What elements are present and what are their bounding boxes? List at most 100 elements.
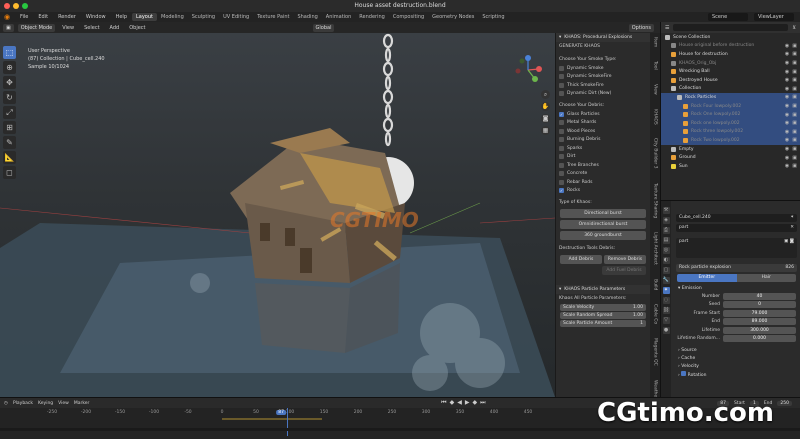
sidebar-tab-khaos[interactable]: KHAOS (653, 109, 658, 125)
outliner-row[interactable]: Empty ◉ ▣ (661, 145, 800, 154)
workspace-tab-uv-editing[interactable]: UV Editing (219, 13, 253, 21)
frame-start-field[interactable]: Frame Start 79.000 (673, 309, 800, 318)
eye-icon[interactable]: ◉ (785, 129, 789, 135)
outliner-editor-icon[interactable]: ☰ (665, 25, 669, 31)
checkbox[interactable] (559, 74, 564, 80)
type-emitter-button[interactable]: Emitter (677, 274, 737, 282)
world-tab-icon[interactable]: ◐ (662, 257, 670, 264)
end-frame-field[interactable]: 250 (777, 400, 792, 406)
directional-burst-button[interactable]: Directional burst (560, 209, 646, 218)
sidebar-tab-magenta[interactable]: Magenta QC (653, 338, 658, 366)
eye-icon[interactable]: ◉ (785, 112, 789, 118)
workspace-tab-shading[interactable]: Shading (293, 13, 321, 21)
visibility-toggles-icon[interactable]: ▣ ◙ (784, 238, 794, 258)
outliner-row[interactable]: House original before destruction ◉ ▣ (661, 42, 800, 51)
sidebar-tab-city-builder[interactable]: City Builder 3 (653, 138, 658, 168)
menu-keying[interactable]: Keying (38, 401, 53, 406)
eye-icon[interactable]: ◉ (785, 86, 789, 92)
modifier-tab-icon[interactable]: 🔧 (662, 277, 670, 284)
particle-params-header[interactable]: ▾ KHAOS Particle Parameters (556, 285, 650, 294)
checkbox[interactable] (559, 154, 564, 160)
view-layer-tab-icon[interactable]: ▤ (662, 237, 670, 244)
next-key-icon[interactable]: ◆ (472, 399, 477, 407)
outliner-search-input[interactable] (673, 24, 789, 31)
eye-icon[interactable]: ◉ (785, 94, 789, 100)
workspace-tab-sculpting[interactable]: Sculpting (188, 13, 219, 21)
outliner-row[interactable]: Collection ◉ ▣ (661, 85, 800, 94)
blender-logo-icon[interactable]: ◉ (4, 13, 11, 21)
checkbox-checked[interactable]: ✓ (559, 188, 564, 194)
menu-edit[interactable]: Edit (33, 14, 53, 20)
checkbox[interactable] (559, 145, 564, 151)
transform-orientation-dropdown[interactable]: Global (312, 23, 335, 32)
smoke-option-dynamic-smokefire[interactable]: Dynamic SmokeFire (556, 73, 650, 82)
rotate-tool-icon[interactable]: ↻ (3, 91, 16, 104)
eye-icon[interactable]: ◉ (785, 43, 789, 49)
scale-random-spread-field[interactable]: Scale Random Spread 1.00 (560, 312, 646, 319)
eye-icon[interactable]: ◉ (785, 77, 789, 83)
object-tab-icon[interactable]: ▢ (662, 267, 670, 274)
workspace-tab-modeling[interactable]: Modeling (157, 13, 188, 21)
jump-end-icon[interactable]: ⏭ (480, 399, 485, 407)
prev-key-icon[interactable]: ◆ (450, 399, 455, 407)
view-layer-selector[interactable]: ViewLayer (754, 13, 794, 21)
rotation-checkbox[interactable] (681, 371, 687, 376)
seed-field[interactable]: Seed 0 (673, 301, 800, 310)
source-panel-header[interactable]: › Source (673, 346, 800, 354)
camera-icon[interactable]: ▣ (792, 155, 797, 161)
navigation-gizmo[interactable] (513, 55, 543, 85)
checkbox[interactable] (559, 171, 564, 177)
eye-icon[interactable]: ◉ (785, 103, 789, 109)
sidebar-tab-texture-sharing[interactable]: Texture Sharing (653, 183, 658, 218)
checkbox[interactable] (559, 137, 564, 143)
sidebar-tab-cable[interactable]: Cable Co (653, 304, 658, 324)
menu-select[interactable]: Select (81, 25, 102, 31)
menu-add[interactable]: Add (107, 25, 123, 31)
particle-system-list[interactable]: part ▣ ◙ (676, 238, 797, 258)
checkbox[interactable] (559, 120, 564, 126)
material-tab-icon[interactable]: ● (662, 327, 670, 334)
outliner-row[interactable]: Rock Four lowpoly.002 ◉ ▣ (661, 101, 800, 111)
lifetime-field[interactable]: Lifetime 300.000 (673, 326, 800, 335)
scale-tool-icon[interactable]: ⤢ (3, 106, 16, 119)
move-tool-icon[interactable]: ✥ (3, 76, 16, 89)
camera-icon[interactable]: ▣ (792, 137, 797, 143)
visibility-toggles[interactable]: ◉ ▣ (785, 163, 797, 169)
camera-icon[interactable]: ▣ (792, 120, 797, 126)
checkbox[interactable] (559, 82, 564, 88)
physics-tab-icon[interactable]: ◌ (662, 297, 670, 304)
add-debris-button[interactable]: Add Debris (560, 255, 602, 264)
eye-icon[interactable]: ◉ (785, 137, 789, 143)
workspace-tab-rendering[interactable]: Rendering (355, 13, 389, 21)
outliner-row[interactable]: Rock one lowpoly.002 ◉ ▣ (661, 118, 800, 128)
data-tab-icon[interactable]: ▽ (662, 317, 670, 324)
checkbox[interactable] (559, 65, 564, 71)
measure-tool-icon[interactable]: 📐 (3, 151, 16, 164)
outliner-row[interactable]: Rock One lowpoly.002 ◉ ▣ (661, 110, 800, 119)
workspace-tab-animation[interactable]: Animation (322, 13, 356, 21)
eye-icon[interactable]: ◉ (785, 60, 789, 66)
scene-tab-icon[interactable]: ◎ (662, 247, 670, 254)
visibility-toggles[interactable]: ◉ ▣ (785, 129, 797, 135)
khaos-panel-header[interactable]: ▾ KHAOS: Procedural Explosions (556, 33, 650, 42)
remove-debris-button[interactable]: Remove Debris (604, 255, 646, 264)
outliner-row[interactable]: Destroyed House ◉ ▣ (661, 76, 800, 85)
visibility-toggles[interactable]: ◉ ▣ (785, 77, 797, 83)
camera-icon[interactable]: ▣ (792, 69, 797, 75)
sidebar-tab-build[interactable]: Build (653, 279, 658, 290)
jump-start-icon[interactable]: ⏮ (441, 399, 446, 407)
camera-icon[interactable]: ▣ (792, 103, 797, 109)
visibility-toggles[interactable]: ◉ ▣ (785, 120, 797, 126)
particles-tab-icon[interactable]: ✶ (662, 287, 670, 294)
debris-option-dirt[interactable]: Dirt (556, 153, 650, 162)
clear-search-icon[interactable]: ✕ (790, 224, 794, 232)
visibility-toggles[interactable]: ◉ ▣ (785, 69, 797, 75)
visibility-toggles[interactable]: ◉ ▣ (785, 103, 797, 109)
workspace-tab-texture-paint[interactable]: Texture Paint (253, 13, 293, 21)
outliner-row[interactable]: House for destruction ◉ ▣ (661, 50, 800, 59)
active-object-field[interactable]: Cube_cell.240 ✶ (676, 214, 797, 222)
scene-selector[interactable]: Scene (708, 13, 748, 21)
visibility-toggles[interactable]: ◉ ▣ (785, 86, 797, 92)
add-fuel-debris-button[interactable]: Add Fuel Debris (602, 266, 646, 275)
velocity-panel-header[interactable]: › Velocity (673, 362, 800, 370)
